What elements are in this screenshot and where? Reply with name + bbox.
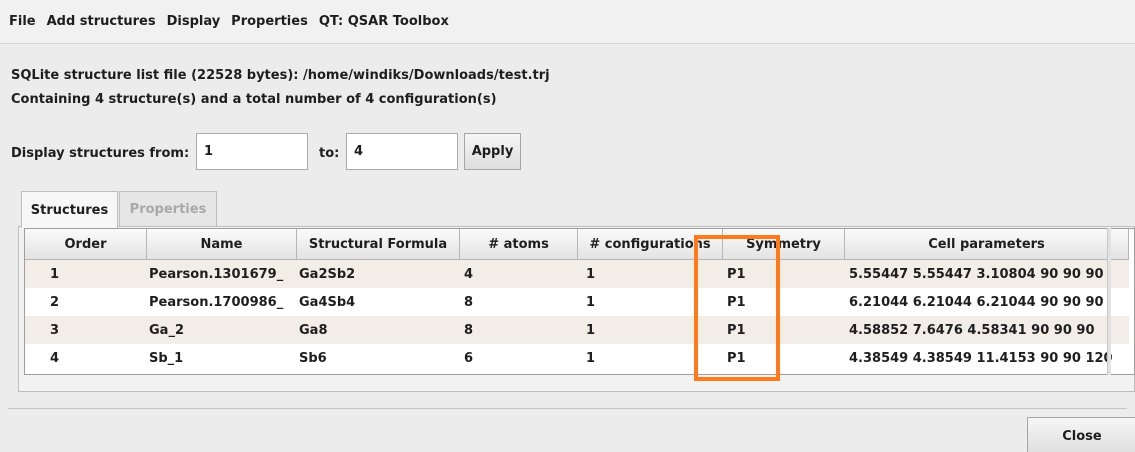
cell-symmetry: P1 <box>727 294 746 310</box>
column-header-atoms[interactable]: # atoms <box>460 229 578 260</box>
cell-name: Sb_1 <box>149 350 184 366</box>
column-header-name[interactable]: Name <box>147 229 297 260</box>
cell-configurations: 1 <box>586 266 596 282</box>
table-row[interactable]: 4 Sb_1 Sb6 6 1 P1 4.38549 4.38549 11.415… <box>25 344 1129 372</box>
cell-symmetry: P1 <box>727 350 746 366</box>
cell-cell-parameters: 5.55447 5.55447 3.10804 90 90 90 <box>849 266 1104 282</box>
range-to-field[interactable] <box>346 133 458 170</box>
range-from-label: Display structures from: <box>11 146 190 161</box>
cell-atoms: 4 <box>464 266 474 282</box>
range-from-field[interactable] <box>196 133 308 170</box>
cell-order: 1 <box>50 266 60 282</box>
apply-button[interactable]: Apply <box>464 133 521 170</box>
vertical-scrollbar-edge[interactable] <box>1107 228 1111 375</box>
cell-order: 4 <box>50 350 60 366</box>
tab-properties[interactable]: Properties <box>119 191 217 226</box>
table-row[interactable]: 1 Pearson.1301679_ Ga2Sb2 4 1 P1 5.55447… <box>25 260 1129 288</box>
close-button[interactable]: Close <box>1027 417 1135 452</box>
cell-configurations: 1 <box>586 350 596 366</box>
cell-configurations: 1 <box>586 294 596 310</box>
cell-order: 2 <box>50 294 60 310</box>
footer-separator <box>8 408 1127 409</box>
cell-name: Pearson.1700986_ <box>149 294 284 310</box>
summary-info-text: Containing 4 structure(s) and a total nu… <box>11 92 497 107</box>
cell-structural-formula: Ga4Sb4 <box>299 294 356 310</box>
column-header-symmetry[interactable]: Symmetry <box>723 229 845 260</box>
structures-table: Order Name Structural Formula # atoms # … <box>24 228 1135 375</box>
column-header-order[interactable]: Order <box>25 229 147 260</box>
cell-name: Ga_2 <box>149 322 184 338</box>
cell-name: Pearson.1301679_ <box>149 266 284 282</box>
cell-structural-formula: Ga8 <box>299 322 328 338</box>
column-header-structural-formula[interactable]: Structural Formula <box>297 229 460 260</box>
menu-properties[interactable]: Properties <box>231 14 308 29</box>
cell-structural-formula: Ga2Sb2 <box>299 266 356 282</box>
menu-bar: File Add structures Display Properties Q… <box>0 0 1135 44</box>
column-header-cell-parameters[interactable]: Cell parameters <box>845 229 1129 260</box>
column-header-configurations[interactable]: # configurations <box>578 229 723 260</box>
table-body: 1 Pearson.1301679_ Ga2Sb2 4 1 P1 5.55447… <box>25 260 1129 372</box>
cell-atoms: 8 <box>464 322 474 338</box>
cell-cell-parameters: 6.21044 6.21044 6.21044 90 90 90 <box>849 294 1104 310</box>
tab-structures[interactable]: Structures <box>21 191 118 228</box>
range-to-label: to: <box>319 146 340 161</box>
cell-cell-parameters: 4.58852 7.6476 4.58341 90 90 90 <box>849 322 1095 338</box>
menu-file[interactable]: File <box>9 14 36 29</box>
menu-add-structures[interactable]: Add structures <box>47 14 156 29</box>
cell-configurations: 1 <box>586 322 596 338</box>
file-info-text: SQLite structure list file (22528 bytes)… <box>11 68 550 83</box>
cell-atoms: 8 <box>464 294 474 310</box>
table-row[interactable]: 3 Ga_2 Ga8 8 1 P1 4.58852 7.6476 4.58341… <box>25 316 1129 344</box>
cell-symmetry: P1 <box>727 266 746 282</box>
cell-atoms: 6 <box>464 350 474 366</box>
table-header: Order Name Structural Formula # atoms # … <box>25 229 1129 260</box>
cell-cell-parameters: 4.38549 4.38549 11.4153 90 90 120 <box>849 350 1113 366</box>
table-row[interactable]: 2 Pearson.1700986_ Ga4Sb4 8 1 P1 6.21044… <box>25 288 1129 316</box>
cell-order: 3 <box>50 322 60 338</box>
cell-symmetry: P1 <box>727 322 746 338</box>
menu-qsar-toolbox[interactable]: QT: QSAR Toolbox <box>319 14 449 29</box>
menu-display[interactable]: Display <box>167 14 221 29</box>
cell-structural-formula: Sb6 <box>299 350 327 366</box>
